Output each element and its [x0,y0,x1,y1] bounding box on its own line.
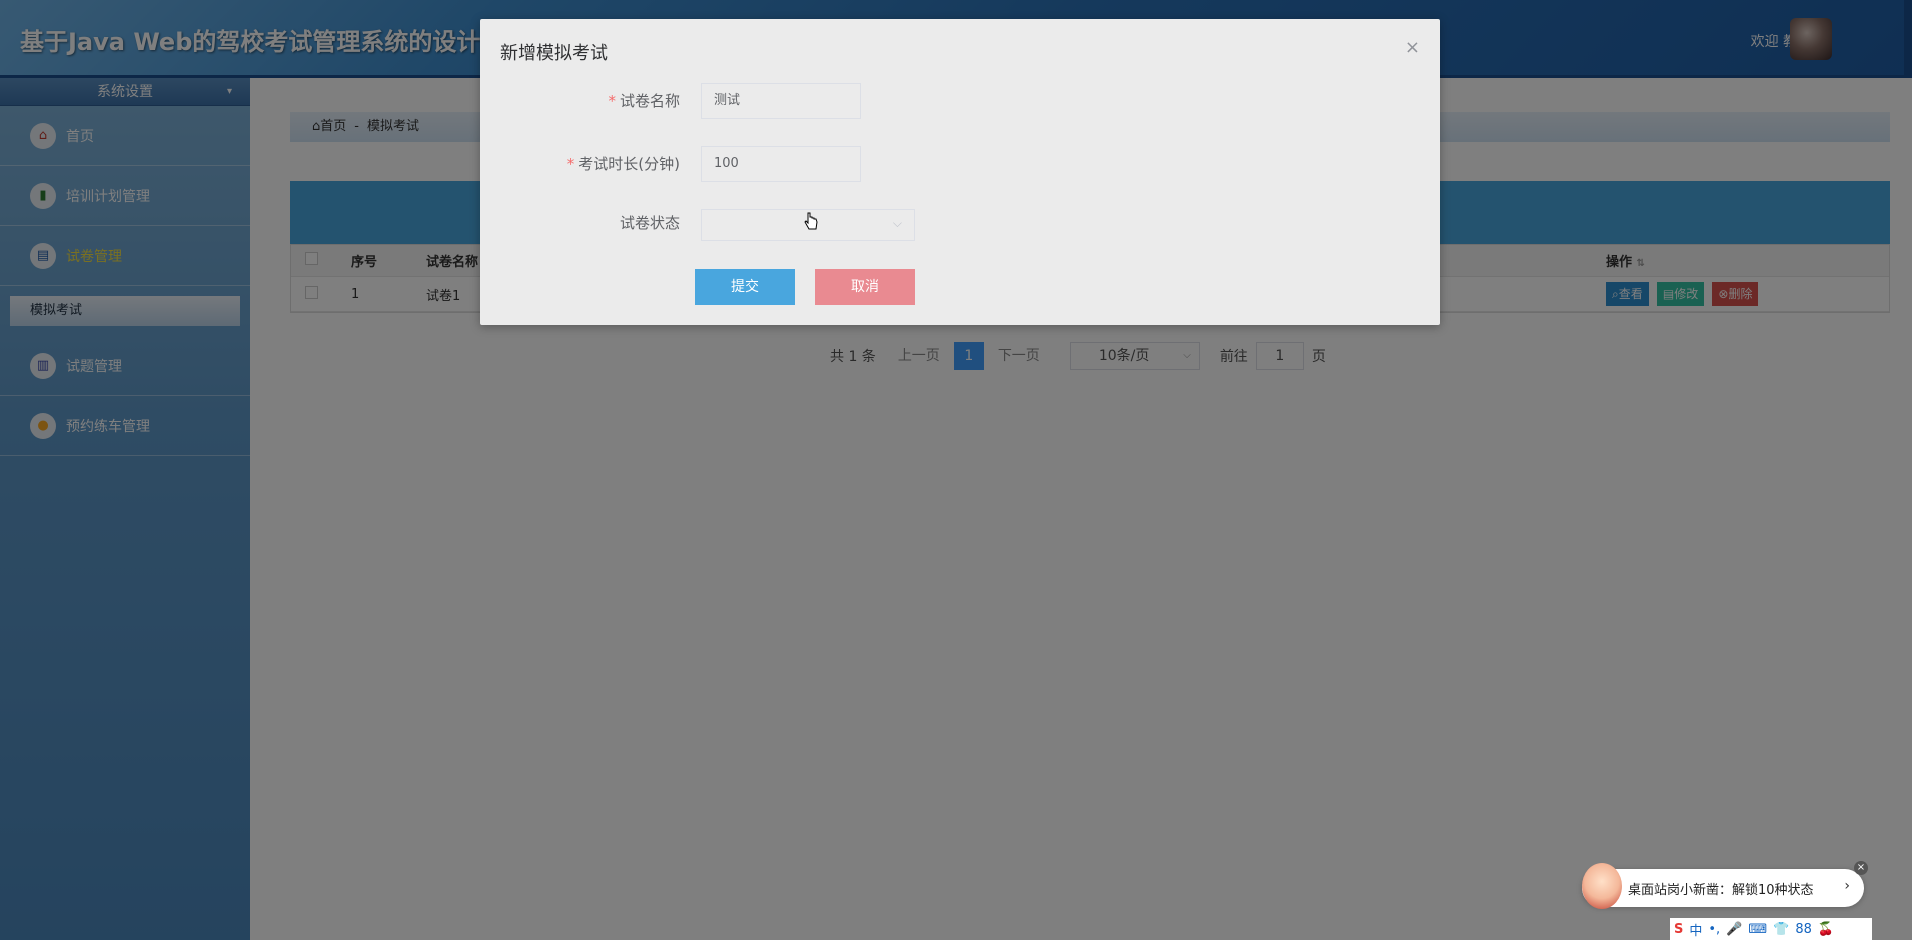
chevron-right-icon[interactable]: › [1844,878,1850,894]
paper-name-input[interactable]: 测试 [701,83,861,119]
form-row-duration: * 考试时长(分钟) 100 [480,146,1440,182]
notification-toast[interactable]: 桌面站岗小新凿：解锁10种状态 › × [1582,861,1868,909]
required-marker: * [608,92,616,110]
submit-button[interactable]: 提交 [695,269,795,305]
mascot-icon [1582,863,1622,909]
ime-chinese-toggle[interactable]: 中 [1689,920,1702,939]
close-icon[interactable]: × [1854,861,1868,875]
fruit-icon[interactable]: 🍒 [1818,922,1834,937]
paper-name-label-text: 试卷名称 [619,92,680,110]
duration-input[interactable]: 100 [701,146,861,182]
cancel-button[interactable]: 取消 [815,269,915,305]
form-row-paper-name: * 试卷名称 测试 [480,83,1440,119]
dialog-title: 新增模拟考试 [500,43,608,64]
keyboard-icon[interactable]: ⌨ [1748,922,1767,937]
hand-cursor-icon [804,212,818,230]
duration-label-text: 考试时长(分钟) [578,155,680,173]
form-row-status: 试卷状态 ⌵ [480,205,1440,241]
add-mock-exam-dialog: 新增模拟考试 × * 试卷名称 测试 * 考试时长(分钟) 100 试卷状态 ⌵ 提… [480,19,1440,325]
grid-icon[interactable]: 88 [1795,922,1812,937]
close-icon[interactable]: × [1405,37,1420,58]
required-marker: * [566,155,575,173]
microphone-icon[interactable]: 🎤 [1726,922,1742,937]
skin-icon[interactable]: 👕 [1773,922,1789,937]
ime-punct-icon[interactable]: •, [1708,922,1720,937]
ime-logo-icon[interactable]: S [1674,922,1683,937]
paper-name-label: * 试卷名称 [608,83,680,119]
chevron-down-icon: ⌵ [892,216,902,230]
toast-text: 桌面站岗小新凿：解锁10种状态 [1628,883,1814,898]
duration-label: * 考试时长(分钟) [567,146,680,182]
ime-toolbar: S 中 •, 🎤 ⌨ 👕 88 🍒 [1670,918,1872,940]
status-label: 试卷状态 [619,214,680,232]
